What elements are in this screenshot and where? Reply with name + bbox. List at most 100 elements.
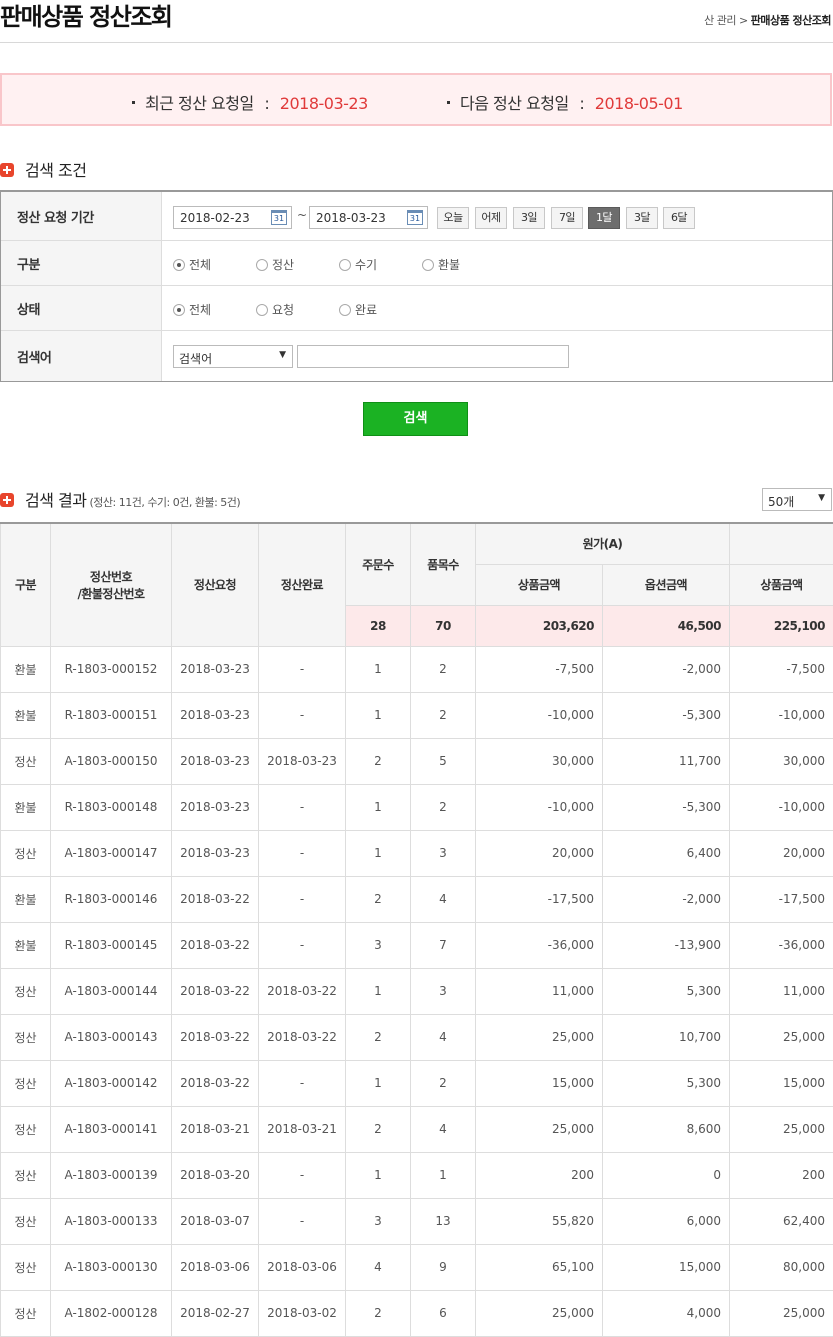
calendar-icon[interactable]: 31 bbox=[271, 210, 287, 225]
cell-number[interactable]: A-1803-000144 bbox=[50, 967, 172, 1015]
period-label: 정산 요청 기간 bbox=[1, 192, 162, 240]
cell-requested: 2018-03-23 bbox=[171, 737, 259, 785]
cell-product-amount: 30,000 bbox=[475, 737, 603, 785]
cell-product-amount-2: 20,000 bbox=[729, 829, 833, 877]
cell-option-amount: 5,300 bbox=[602, 967, 730, 1015]
cell-option-amount: 8,600 bbox=[602, 1105, 730, 1153]
status-radio[interactable]: 전체 bbox=[173, 301, 211, 318]
cell-number[interactable]: R-1803-000148 bbox=[50, 783, 172, 831]
cell-product-amount-2: -10,000 bbox=[729, 691, 833, 739]
status-radio-group: 전체 요청 완료 bbox=[163, 286, 832, 330]
cell-product-amount: 25,000 bbox=[475, 1289, 603, 1337]
cell-orders: 2 bbox=[345, 1105, 411, 1153]
search-button[interactable]: 검색 bbox=[363, 402, 468, 436]
cell-product-amount: 200 bbox=[475, 1151, 603, 1199]
page-size-value: 50개 bbox=[768, 495, 795, 509]
table-row[interactable]: 정산 A-1803-000144 2018-03-22 2018-03-22 1 3 11,… bbox=[0, 967, 833, 1015]
radio-circle-icon[interactable] bbox=[339, 304, 351, 316]
cell-number[interactable]: A-1803-000141 bbox=[50, 1105, 172, 1153]
cell-option-amount: -5,300 bbox=[602, 691, 730, 739]
type-radio[interactable]: 정산 bbox=[256, 256, 294, 273]
cell-number[interactable]: A-1803-000142 bbox=[50, 1059, 172, 1107]
radio-circle-icon[interactable] bbox=[339, 259, 351, 271]
table-row[interactable]: 정산 A-1803-000130 2018-03-06 2018-03-06 4 9 65,… bbox=[0, 1243, 833, 1291]
type-label: 구분 bbox=[1, 241, 162, 285]
period-button[interactable]: 3일 bbox=[513, 207, 545, 229]
status-row: 상태 전체 요청 완료 bbox=[1, 286, 832, 331]
cell-number[interactable]: R-1803-000145 bbox=[50, 921, 172, 969]
table-row[interactable]: 정산 A-1803-000143 2018-03-22 2018-03-22 2 4 25,… bbox=[0, 1013, 833, 1061]
cell-product-amount-2: 80,000 bbox=[729, 1243, 833, 1291]
radio-circle-icon[interactable] bbox=[256, 259, 268, 271]
cell-number[interactable]: R-1803-000151 bbox=[50, 691, 172, 739]
cell-completed: - bbox=[258, 921, 346, 969]
cell-number[interactable]: A-1803-000133 bbox=[50, 1197, 172, 1245]
cell-orders: 4 bbox=[345, 1243, 411, 1291]
cell-items: 3 bbox=[410, 829, 476, 877]
table-row[interactable]: 정산 A-1803-000147 2018-03-23-1 3 20,000 6,400 2… bbox=[0, 829, 833, 877]
type-radio[interactable]: 환불 bbox=[422, 256, 460, 273]
settlement-date-notice: 최근 정산 요청일 : 2018-03-23 다음 정산 요청일 : 2018-… bbox=[0, 73, 832, 126]
cell-number[interactable]: R-1803-000146 bbox=[50, 875, 172, 923]
table-row[interactable]: 환불 R-1803-000151 2018-03-23-1 2 -10,000 -5,30… bbox=[0, 691, 833, 739]
next-request-label: 다음 정산 요청일 bbox=[460, 94, 569, 113]
date-to-input[interactable]: 2018-03-23 31 bbox=[309, 206, 428, 229]
breadcrumb-prev[interactable]: 산 관리 bbox=[704, 14, 736, 27]
last-request-label: 최근 정산 요청일 bbox=[145, 94, 254, 113]
type-radio[interactable]: 전체 bbox=[173, 256, 211, 273]
cell-completed: 2018-03-21 bbox=[258, 1105, 346, 1153]
cell-completed: - bbox=[258, 691, 346, 739]
cell-number[interactable]: A-1802-000128 bbox=[50, 1289, 172, 1337]
table-row[interactable]: 정산 A-1803-000139 2018-03-20-1 1 200 0 200 bbox=[0, 1151, 833, 1199]
cell-number[interactable]: A-1803-000130 bbox=[50, 1243, 172, 1291]
page-header: 판매상품 정산조회 산 관리 > 판매상품 정산조회 bbox=[0, 0, 833, 43]
table-row[interactable]: 정산 A-1803-000141 2018-03-21 2018-03-21 2 4 25,… bbox=[0, 1105, 833, 1153]
cell-type: 정산 bbox=[0, 1243, 51, 1291]
cell-number[interactable]: R-1803-000152 bbox=[50, 645, 172, 693]
cell-number[interactable]: A-1803-000139 bbox=[50, 1151, 172, 1199]
radio-circle-icon[interactable] bbox=[422, 259, 434, 271]
table-row[interactable]: 환불 R-1803-000148 2018-03-23-1 2 -10,000 -5,30… bbox=[0, 783, 833, 831]
col-items: 품목수 bbox=[410, 522, 476, 606]
table-row[interactable]: 환불 R-1803-000152 2018-03-23-1 2 -7,500 -2,000… bbox=[0, 645, 833, 693]
cell-items: 4 bbox=[410, 1013, 476, 1061]
radio-circle-icon[interactable] bbox=[256, 304, 268, 316]
col-cost-group: 원가(A) bbox=[475, 522, 730, 565]
cell-type: 정산 bbox=[0, 1105, 51, 1153]
total-orders: 28 bbox=[345, 604, 411, 647]
cell-number[interactable]: A-1803-000150 bbox=[50, 737, 172, 785]
period-button[interactable]: 3달 bbox=[626, 207, 658, 229]
type-radio[interactable]: 수기 bbox=[339, 256, 377, 273]
table-row[interactable]: 정산 A-1803-000133 2018-03-07-3 13 55,820 6,000… bbox=[0, 1197, 833, 1245]
period-controls: 2018-02-23 31 ~ 2018-03-23 31 오늘 어제 3일 7일 1달… bbox=[163, 192, 832, 240]
period-button[interactable]: 7일 bbox=[551, 207, 583, 229]
radio-circle-icon[interactable] bbox=[173, 259, 185, 271]
cell-product-amount: 25,000 bbox=[475, 1105, 603, 1153]
table-row[interactable]: 환불 R-1803-000146 2018-03-22-2 4 -17,500 -2,00… bbox=[0, 875, 833, 923]
keyword-input[interactable] bbox=[297, 345, 569, 368]
cell-option-amount: 15,000 bbox=[602, 1243, 730, 1291]
table-row[interactable]: 정산 A-1802-000128 2018-02-27 2018-03-02 2 6 25,… bbox=[0, 1289, 833, 1337]
calendar-icon[interactable]: 31 bbox=[407, 210, 423, 225]
status-radio[interactable]: 요청 bbox=[256, 301, 294, 318]
result-rows: 환불 R-1803-000152 2018-03-23-1 2 -7,500 -2,000… bbox=[0, 645, 833, 1337]
date-from-input[interactable]: 2018-02-23 31 bbox=[173, 206, 292, 229]
cell-number[interactable]: A-1803-000143 bbox=[50, 1013, 172, 1061]
status-label: 상태 bbox=[1, 286, 162, 330]
period-button[interactable]: 어제 bbox=[475, 207, 507, 229]
period-button[interactable]: 6달 bbox=[663, 207, 695, 229]
status-radio[interactable]: 완료 bbox=[339, 301, 377, 318]
period-button[interactable]: 오늘 bbox=[437, 207, 469, 229]
table-row[interactable]: 정산 A-1803-000142 2018-03-22-1 2 15,000 5,300 1… bbox=[0, 1059, 833, 1107]
radio-circle-icon[interactable] bbox=[173, 304, 185, 316]
period-button[interactable]: 1달 bbox=[588, 207, 620, 229]
cell-number[interactable]: A-1803-000147 bbox=[50, 829, 172, 877]
page-size-select[interactable]: 50개 ▼ bbox=[762, 488, 832, 511]
cell-items: 6 bbox=[410, 1289, 476, 1337]
cell-product-amount-2: 25,000 bbox=[729, 1105, 833, 1153]
keyword-type-select[interactable]: 검색어 ▼ bbox=[173, 345, 293, 368]
cell-orders: 1 bbox=[345, 1059, 411, 1107]
table-row[interactable]: 정산 A-1803-000150 2018-03-23 2018-03-23 2 5 30,… bbox=[0, 737, 833, 785]
col-extra-group bbox=[729, 522, 833, 565]
table-row[interactable]: 환불 R-1803-000145 2018-03-22-3 7 -36,000 -13,9… bbox=[0, 921, 833, 969]
